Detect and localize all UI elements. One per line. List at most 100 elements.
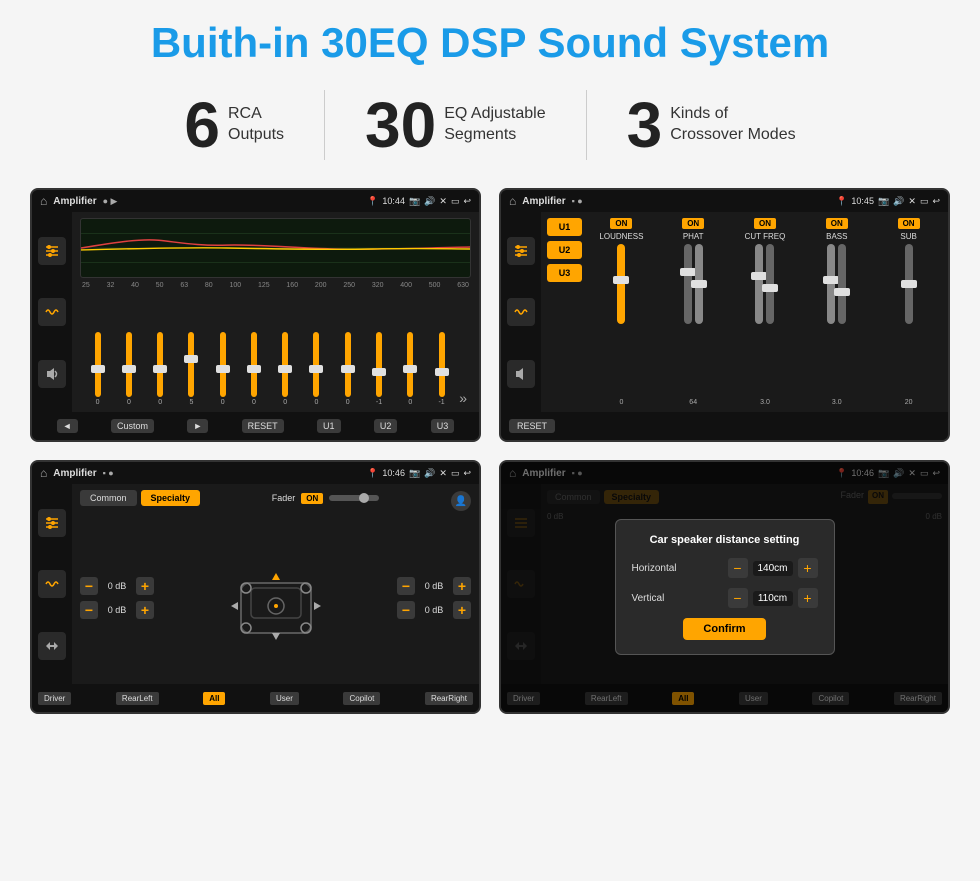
cross-sidebar (501, 212, 541, 412)
fl-vol-plus[interactable]: + (136, 577, 154, 595)
cross-bottom: RESET (501, 412, 948, 440)
screen1-title: Amplifier (53, 196, 96, 207)
eq-slider-5[interactable]: 0 (240, 332, 267, 406)
eq-slider-6[interactable]: 0 (272, 332, 299, 406)
rl-vol-val: 0 dB (102, 605, 132, 615)
preset-u1[interactable]: U1 (547, 218, 582, 236)
eq-slider-1[interactable]: 0 (115, 332, 142, 406)
fader-slider[interactable] (329, 495, 379, 501)
back-icon-2[interactable]: ↩ (932, 196, 940, 207)
loudness-label: LOUDNESS (599, 232, 643, 241)
spk-user-btn[interactable]: User (270, 692, 299, 705)
spk-rearright-btn[interactable]: RearRight (425, 692, 473, 705)
spk-driver-btn[interactable]: Driver (38, 692, 71, 705)
eq-prev-btn[interactable]: ◄ (57, 419, 78, 433)
cross-reset-btn[interactable]: RESET (509, 419, 555, 433)
eq-slider-9[interactable]: -1 (365, 332, 392, 406)
vertical-value: 110cm (753, 591, 793, 606)
rl-vol-plus[interactable]: + (136, 601, 154, 619)
cross-filter-btn[interactable] (507, 237, 535, 265)
cross-wave-btn[interactable] (507, 298, 535, 326)
user-settings-icon[interactable]: 👤 (451, 491, 471, 511)
eq-bottom: ◄ Custom ► RESET U1 U2 U3 (32, 412, 479, 440)
vertical-minus[interactable]: − (728, 588, 748, 608)
eq-vol-btn[interactable] (38, 360, 66, 388)
eq-wave-btn[interactable] (38, 298, 66, 326)
loudness-on[interactable]: ON (610, 218, 632, 229)
tab-specialty[interactable]: Specialty (141, 490, 201, 506)
fl-vol-minus[interactable]: − (80, 577, 98, 595)
rr-vol-minus[interactable]: − (397, 601, 415, 619)
fader-row: Fader ON (272, 493, 380, 504)
fader-on-badge[interactable]: ON (301, 493, 323, 504)
sub-label: SUB (900, 232, 916, 241)
spk-expand-btn[interactable] (38, 632, 66, 660)
home-icon-2[interactable]: ⌂ (509, 194, 516, 208)
fr-vol-minus[interactable]: − (397, 577, 415, 595)
cutfreq-slider-g[interactable] (766, 244, 774, 324)
screen2-title: Amplifier (522, 196, 565, 207)
horizontal-plus[interactable]: + (798, 558, 818, 578)
eq-custom-btn[interactable]: Custom (111, 419, 154, 433)
status-right-2: 📍 10:45 📷 🔊 ✕ ▭ ↩ (836, 196, 940, 207)
fr-vol-plus[interactable]: + (453, 577, 471, 595)
stat-number-6: 6 (184, 93, 220, 157)
crossover-content: U1 U2 U3 ON LOUDNESS 0 (501, 212, 948, 412)
play-dots-2: ▪ ● (572, 196, 583, 206)
spk-filter-btn[interactable] (38, 509, 66, 537)
bass-slider-f[interactable] (827, 244, 835, 324)
eq-sliders: 0 0 0 5 0 (80, 293, 471, 406)
vertical-plus[interactable]: + (798, 588, 818, 608)
eq-u2-btn[interactable]: U2 (374, 419, 398, 433)
eq-slider-11[interactable]: -1 (428, 332, 455, 406)
sub-on[interactable]: ON (898, 218, 920, 229)
spk-wave-btn[interactable] (38, 570, 66, 598)
preset-u3[interactable]: U3 (547, 264, 582, 282)
horizontal-minus[interactable]: − (728, 558, 748, 578)
eq-arrows[interactable]: » (459, 390, 467, 406)
screen-crossover: ⌂ Amplifier ▪ ● 📍 10:45 📷 🔊 ✕ ▭ ↩ (499, 188, 950, 442)
rl-vol-minus[interactable]: − (80, 601, 98, 619)
eq-slider-3[interactable]: 5 (178, 332, 205, 406)
confirm-button[interactable]: Confirm (683, 618, 765, 640)
dialog-title: Car speaker distance setting (632, 534, 818, 546)
play-dots-3: ▪ ● (103, 468, 114, 478)
bass-slider-g[interactable] (838, 244, 846, 324)
eq-filter-btn[interactable] (38, 237, 66, 265)
back-icon-1[interactable]: ↩ (463, 196, 471, 207)
cross-vol-btn[interactable] (507, 360, 535, 388)
eq-u3-btn[interactable]: U3 (431, 419, 455, 433)
loudness-slider[interactable] (617, 244, 625, 324)
spk-copilot-btn[interactable]: Copilot (343, 692, 380, 705)
phat-slider-f[interactable] (695, 244, 703, 324)
rr-vol-plus[interactable]: + (453, 601, 471, 619)
eq-slider-8[interactable]: 0 (334, 332, 361, 406)
status-bar-1: ⌂ Amplifier ● ▶ 📍 10:44 📷 🔊 ✕ ▭ ↩ (32, 190, 479, 212)
status-bar-3: ⌂ Amplifier ▪ ● 📍 10:46 📷 🔊 ✕ ▭ ↩ (32, 462, 479, 484)
eq-reset-btn[interactable]: RESET (242, 419, 284, 433)
preset-u2[interactable]: U2 (547, 241, 582, 259)
back-icon-3[interactable]: ↩ (463, 468, 471, 479)
eq-next-btn[interactable]: ► (187, 419, 208, 433)
spk-all-btn[interactable]: All (203, 692, 225, 705)
eq-slider-2[interactable]: 0 (147, 332, 174, 406)
eq-slider-4[interactable]: 0 (209, 332, 236, 406)
bass-on[interactable]: ON (826, 218, 848, 229)
eq-slider-0[interactable]: 0 (84, 332, 111, 406)
eq-slider-10[interactable]: 0 (397, 332, 424, 406)
tab-common[interactable]: Common (80, 490, 137, 506)
spk-rearleft-btn[interactable]: RearLeft (116, 692, 159, 705)
screen2-time: 10:45 (851, 196, 874, 206)
phat-on[interactable]: ON (682, 218, 704, 229)
eq-slider-7[interactable]: 0 (303, 332, 330, 406)
stat-label-rca: RCA Outputs (228, 104, 284, 146)
sub-slider-g[interactable] (905, 244, 913, 324)
eq-u1-btn[interactable]: U1 (317, 419, 341, 433)
screen-distance: ⌂ Amplifier ▪ ● 📍 10:46 📷 🔊 ✕ ▭ ↩ (499, 460, 950, 714)
status-left-1: ⌂ Amplifier ● ▶ (40, 194, 117, 208)
home-icon-3[interactable]: ⌂ (40, 466, 47, 480)
status-bar-2: ⌂ Amplifier ▪ ● 📍 10:45 📷 🔊 ✕ ▭ ↩ (501, 190, 948, 212)
speaker-content: Common Specialty Fader ON 👤 (32, 484, 479, 684)
home-icon-1[interactable]: ⌂ (40, 194, 47, 208)
cutfreq-on[interactable]: ON (754, 218, 776, 229)
